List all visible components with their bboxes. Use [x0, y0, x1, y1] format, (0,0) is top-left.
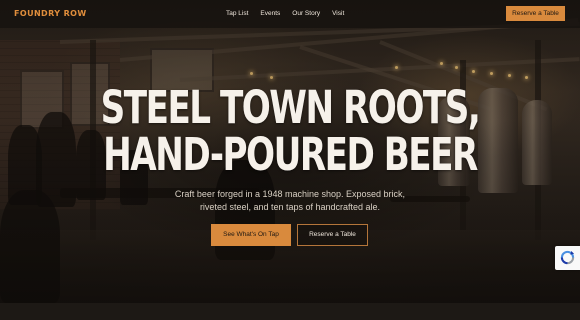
recaptcha-icon	[560, 250, 575, 265]
hero-title-line-2: HAND-POURED BEER	[103, 128, 478, 181]
hero-subtitle: Craft beer forged in a 1948 machine shop…	[160, 188, 420, 214]
top-navbar: FOUNDRY ROW Tap List Events Our Story Vi…	[0, 0, 580, 28]
hero-subtitle-line-1: Craft beer forged in a 1948 machine shop…	[174, 189, 406, 199]
nav-link-tap-list[interactable]: Tap List	[226, 10, 248, 17]
nav-reserve-button[interactable]: Reserve a Table	[506, 6, 565, 21]
page-bottom-strip	[0, 303, 580, 320]
see-on-tap-button[interactable]: See What's On Tap	[211, 224, 291, 246]
nav-link-visit[interactable]: Visit	[332, 10, 344, 17]
nav-link-events[interactable]: Events	[260, 10, 280, 17]
nav-links: Tap List Events Our Story Visit	[226, 10, 344, 17]
hero-subtitle-line-2: riveted steel, and ten taps of handcraft…	[199, 202, 381, 212]
recaptcha-badge[interactable]	[555, 246, 580, 270]
site-logo[interactable]: FOUNDRY ROW	[14, 9, 87, 18]
hero-title: STEEL TOWN ROOTS, HAND-POURED BEER	[70, 84, 511, 178]
nav-link-our-story[interactable]: Our Story	[292, 10, 320, 17]
hero-title-line-1: STEEL TOWN ROOTS,	[100, 81, 481, 134]
hero-reserve-button[interactable]: Reserve a Table	[297, 224, 368, 246]
